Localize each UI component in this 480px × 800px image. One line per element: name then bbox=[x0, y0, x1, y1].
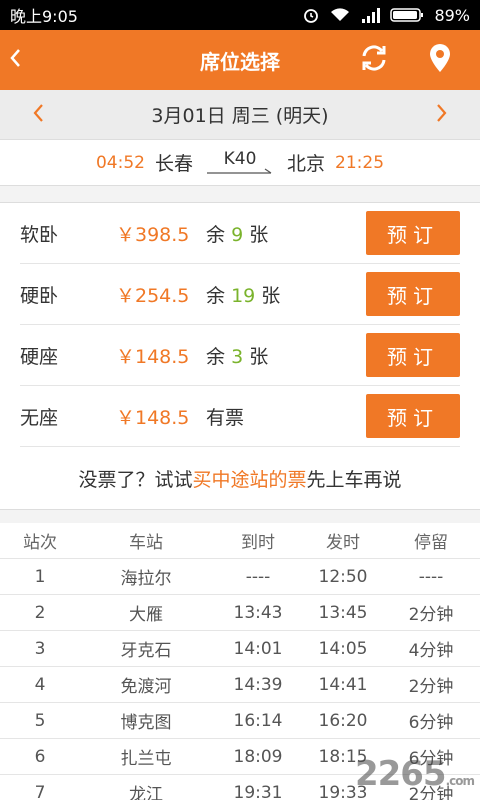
refresh-button[interactable] bbox=[356, 42, 392, 78]
seat-price: ￥254.5 bbox=[116, 284, 190, 307]
seat-remaining: 余 19 张 bbox=[206, 284, 281, 307]
date-bar: 3月01日 周三 (明天) bbox=[0, 90, 480, 140]
top-bar: 席位选择 bbox=[0, 30, 480, 90]
train-number: K40 bbox=[223, 148, 257, 169]
battery-level: 89% bbox=[434, 5, 470, 25]
table-row: 5 博克图 16:14 16:20 6分钟 bbox=[0, 703, 480, 739]
next-date-icon bbox=[437, 103, 447, 122]
seat-type: 软卧 bbox=[20, 223, 59, 246]
seat-remaining: 余 3 张 bbox=[206, 345, 269, 368]
watermark: 2265.com bbox=[354, 754, 475, 794]
wifi-icon bbox=[330, 7, 350, 23]
transfer-tip: 没票了？试试 买中途站的票 先上车再说 bbox=[0, 447, 480, 509]
depart-time: 04:52 bbox=[95, 152, 145, 173]
table-row: 1 海拉尔 ---- 12:50 ---- bbox=[0, 559, 480, 595]
seat-type: 无座 bbox=[20, 406, 59, 429]
refresh-icon bbox=[358, 42, 390, 78]
seat-remaining: 余 9 张 bbox=[206, 223, 269, 246]
table-row: 4 免渡河 14:39 14:41 2分钟 bbox=[0, 667, 480, 703]
train-info: 04:52 长春 K40 北京 21:25 bbox=[0, 140, 480, 186]
book-button[interactable]: 预订 bbox=[366, 394, 460, 438]
seat-price: ￥398.5 bbox=[116, 223, 190, 246]
seat-remaining: 有票 bbox=[206, 406, 245, 429]
travel-date[interactable]: 3月01日 周三 (明天) bbox=[151, 101, 328, 128]
to-station: 北京 bbox=[287, 153, 326, 175]
table-header: 站次 车站 到时 发时 停留 bbox=[0, 523, 480, 559]
seat-price: ￥148.5 bbox=[116, 345, 190, 368]
alarm-icon bbox=[302, 6, 320, 24]
prev-date-button[interactable] bbox=[26, 101, 50, 129]
book-button[interactable]: 预订 bbox=[366, 333, 460, 377]
route-arrow-icon bbox=[207, 168, 272, 174]
book-button[interactable]: 预订 bbox=[366, 211, 460, 255]
prev-date-icon bbox=[33, 103, 43, 122]
from-station: 长春 bbox=[154, 153, 193, 175]
signal-icon bbox=[360, 7, 381, 23]
book-button[interactable]: 预订 bbox=[366, 272, 460, 316]
battery-icon bbox=[390, 7, 424, 23]
table-row: 2 大雁 13:43 13:45 2分钟 bbox=[0, 595, 480, 631]
midway-ticket-link[interactable]: 买中途站的票 bbox=[192, 465, 306, 492]
status-time: 晚上9:05 bbox=[10, 7, 78, 26]
back-button[interactable] bbox=[0, 30, 30, 90]
seat-type: 硬卧 bbox=[20, 284, 59, 307]
seat-type: 硬座 bbox=[20, 345, 59, 368]
seat-price: ￥148.5 bbox=[116, 406, 190, 429]
back-icon bbox=[8, 47, 22, 73]
table-row: 3 牙克石 14:01 14:05 4分钟 bbox=[0, 631, 480, 667]
location-icon bbox=[428, 43, 452, 77]
seat-row: 硬座 ￥148.5 余 3 张 预订 bbox=[20, 325, 460, 386]
next-date-button[interactable] bbox=[430, 101, 454, 129]
seat-row: 无座 ￥148.5 有票 预订 bbox=[20, 386, 460, 447]
location-button[interactable] bbox=[422, 42, 458, 78]
seat-row: 软卧 ￥398.5 余 9 张 预订 bbox=[20, 203, 460, 264]
arrive-time: 21:25 bbox=[335, 152, 385, 173]
status-bar: 晚上9:05 89% bbox=[0, 0, 480, 30]
seat-list: 软卧 ￥398.5 余 9 张 预订 硬卧 ￥254.5 余 19 张 预订 硬… bbox=[0, 202, 480, 447]
seat-row: 硬卧 ￥254.5 余 19 张 预订 bbox=[20, 264, 460, 325]
